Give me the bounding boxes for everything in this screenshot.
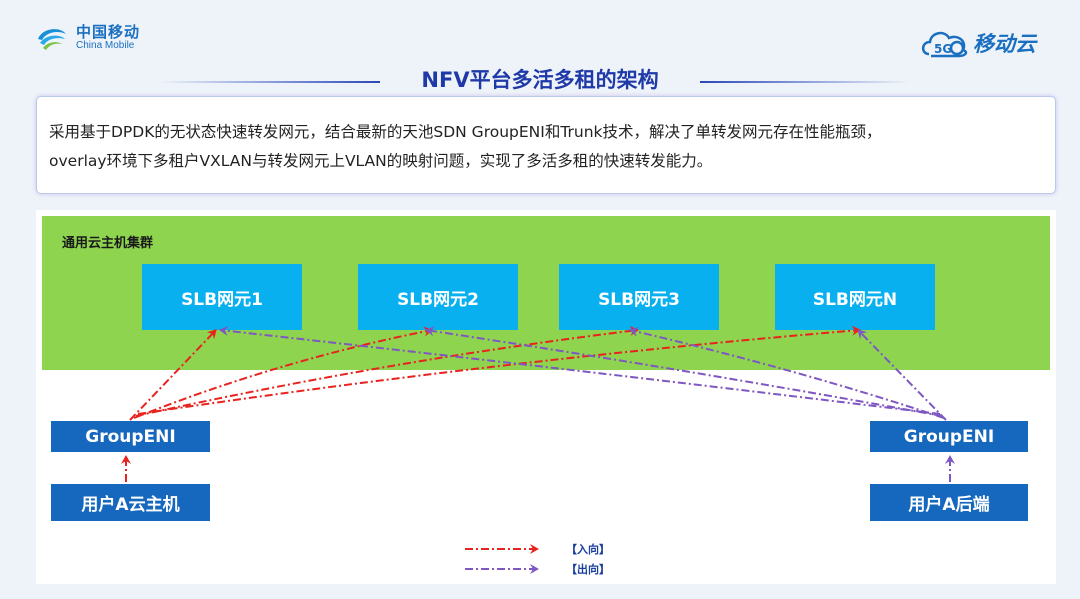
outbound-to-slb-3: [629, 326, 945, 419]
outbound-to-slb-1: [219, 325, 941, 415]
inbound-to-slb-3: [135, 325, 639, 417]
inbound-to-slb-2: [133, 326, 433, 419]
legend-outbound-label: 【出向】: [566, 563, 610, 576]
flow-arrows: [121, 325, 955, 574]
inbound-to-slb-n: [137, 325, 861, 415]
inbound-to-slb-1: [129, 329, 217, 421]
outbound-to-slb-2: [425, 326, 943, 417]
legend-inbound-label: 【入向】: [566, 543, 610, 556]
